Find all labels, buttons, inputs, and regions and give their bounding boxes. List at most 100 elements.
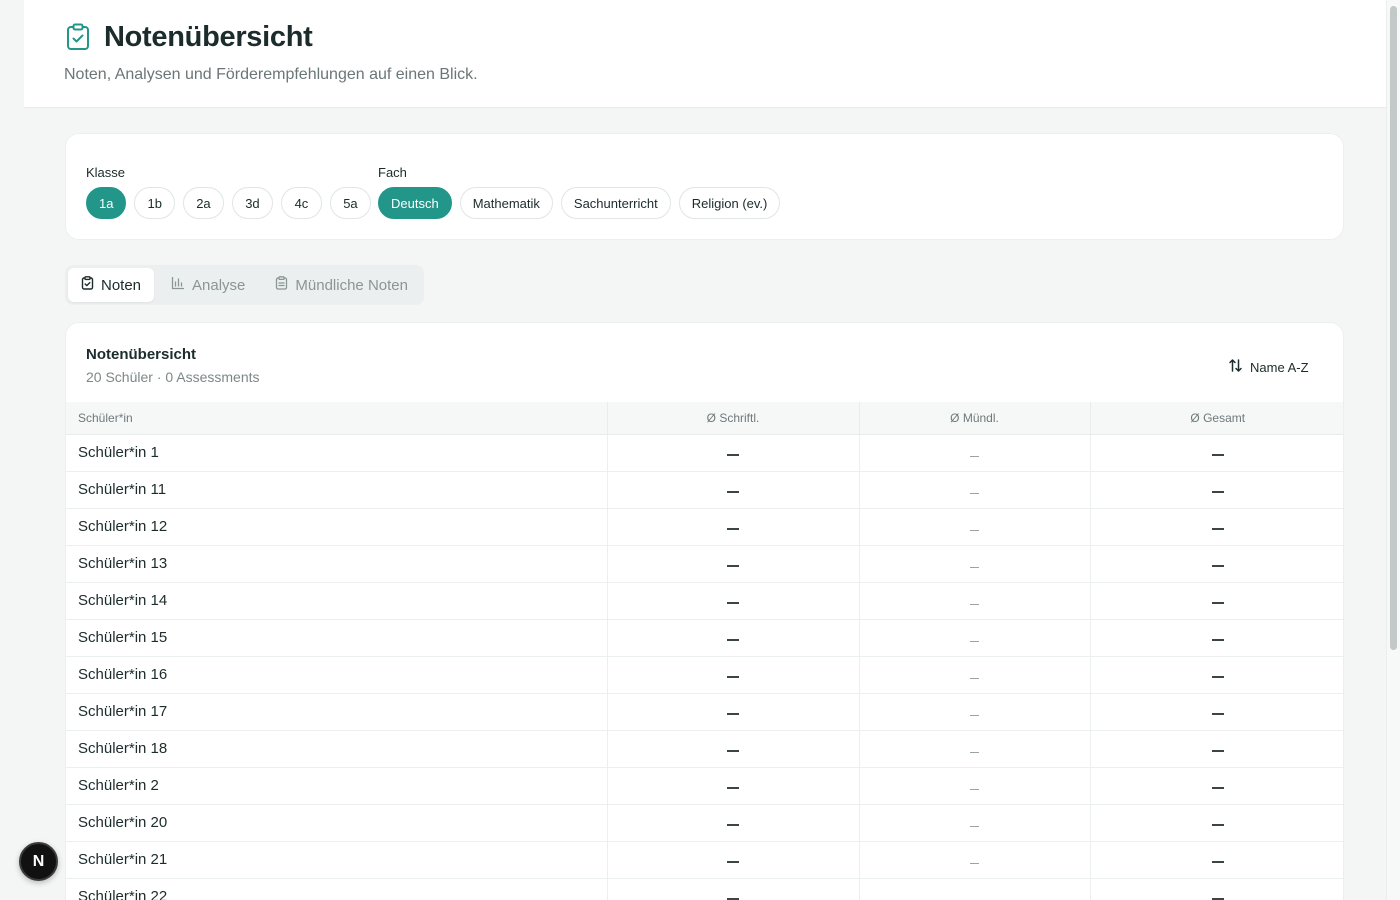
avg-oral-cell: [859, 545, 1091, 583]
empty-value-dash: [970, 677, 979, 679]
avg-written-cell: [607, 804, 860, 842]
student-name-cell: Schüler*in 1: [66, 434, 608, 472]
student-name-cell: Schüler*in 22: [66, 878, 608, 900]
empty-value-dash: [970, 825, 979, 827]
empty-value-dash: [727, 898, 739, 900]
table-row[interactable]: Schüler*in 17: [66, 693, 1343, 731]
avg-written-cell: [607, 878, 860, 900]
table-row[interactable]: Schüler*in 2: [66, 767, 1343, 805]
avg-total-cell: [1090, 804, 1343, 842]
empty-value-dash: [970, 714, 979, 716]
avg-oral-cell: [859, 582, 1091, 620]
avg-written-cell: [607, 767, 860, 805]
empty-value-dash: [970, 640, 979, 642]
scrollbar-thumb[interactable]: [1390, 6, 1397, 650]
student-name-cell: Schüler*in 21: [66, 841, 608, 879]
avg-written-cell: [607, 508, 860, 546]
avg-written-cell: [607, 471, 860, 509]
empty-value-dash: [727, 639, 739, 641]
column-header-muendl[interactable]: Ø Mündl.: [859, 402, 1091, 435]
avg-total-cell: [1090, 878, 1343, 900]
tab-noten[interactable]: Noten: [68, 268, 155, 302]
empty-value-dash: [727, 454, 739, 456]
table-row[interactable]: Schüler*in 11: [66, 471, 1343, 509]
klasse-chip-0[interactable]: 1a: [86, 187, 127, 219]
empty-value-dash: [727, 861, 739, 863]
table-row[interactable]: Schüler*in 1: [66, 434, 1343, 472]
title-row: Notenübersicht: [64, 20, 313, 54]
empty-value-dash: [1211, 639, 1224, 641]
avg-oral-cell: [859, 693, 1091, 731]
tab-analyse[interactable]: Analyse: [158, 268, 258, 302]
empty-value-dash: [1211, 676, 1224, 678]
sort-button[interactable]: Name A-Z: [1218, 353, 1319, 381]
klasse-chip-1[interactable]: 1b: [134, 187, 175, 219]
tab-muendliche-noten[interactable]: Mündliche Noten: [262, 268, 421, 302]
avg-written-cell: [607, 841, 860, 879]
empty-value-dash: [727, 565, 739, 567]
table-row[interactable]: Schüler*in 21: [66, 841, 1343, 879]
avg-written-cell: [607, 619, 860, 657]
empty-value-dash: [727, 787, 739, 789]
table-row[interactable]: Schüler*in 14: [66, 582, 1343, 620]
empty-value-dash: [727, 602, 739, 604]
column-header-schueler[interactable]: Schüler*in: [66, 402, 608, 435]
page-subtitle: Noten, Analysen und Förderempfehlungen a…: [64, 66, 478, 83]
table-row[interactable]: Schüler*in 22: [66, 878, 1343, 900]
avg-total-cell: [1090, 656, 1343, 694]
table-row[interactable]: Schüler*in 20: [66, 804, 1343, 842]
fach-chip-1[interactable]: Mathematik: [459, 187, 553, 219]
page-scrollbar[interactable]: [1386, 0, 1400, 900]
avg-total-cell: [1090, 767, 1343, 805]
avg-oral-cell: [859, 656, 1091, 694]
table-row[interactable]: Schüler*in 16: [66, 656, 1343, 694]
fach-chip-0[interactable]: Deutsch: [378, 187, 452, 219]
avg-total-cell: [1090, 434, 1343, 472]
table-row[interactable]: Schüler*in 12: [66, 508, 1343, 546]
empty-value-dash: [1211, 713, 1224, 715]
klasse-label: Klasse: [86, 165, 126, 180]
bar-chart-icon: [171, 276, 185, 294]
column-header-gesamt[interactable]: Ø Gesamt: [1090, 402, 1343, 435]
avg-oral-cell: [859, 730, 1091, 768]
filter-card: Klasse 1a 1b 2a 3d 4c 5a Fach Deutsch Mathemat…: [65, 133, 1344, 240]
avg-total-cell: [1090, 693, 1343, 731]
fach-chips: Deutsch Mathematik Sachunterricht Religion …: [378, 187, 781, 219]
student-name-cell: Schüler*in 16: [66, 656, 608, 694]
avg-oral-cell: [859, 804, 1091, 842]
sort-label: Name A-Z: [1250, 359, 1309, 375]
table-row[interactable]: Schüler*in 15: [66, 619, 1343, 657]
empty-value-dash: [1211, 787, 1224, 789]
empty-value-dash: [1211, 491, 1224, 493]
klasse-chip-3[interactable]: 3d: [231, 187, 273, 219]
fach-label: Fach: [378, 165, 407, 180]
student-name-cell: Schüler*in 15: [66, 619, 608, 657]
avg-written-cell: [607, 545, 860, 583]
tab-muendliche-noten-label: Mündliche Noten: [295, 276, 408, 294]
clipboard-check-icon: [64, 20, 92, 54]
table-row[interactable]: Schüler*in 13: [66, 545, 1343, 583]
klasse-chip-5[interactable]: 5a: [329, 187, 371, 219]
klasse-chip-4[interactable]: 4c: [280, 187, 322, 219]
empty-value-dash: [970, 603, 979, 605]
empty-value-dash: [970, 751, 979, 753]
table-row[interactable]: Schüler*in 18: [66, 730, 1343, 768]
empty-value-dash: [1211, 565, 1224, 567]
avg-total-cell: [1090, 730, 1343, 768]
fach-chip-3[interactable]: Religion (ev.): [678, 187, 781, 219]
avg-oral-cell: [859, 767, 1091, 805]
student-name-cell: Schüler*in 11: [66, 471, 608, 509]
empty-value-dash: [1211, 454, 1224, 456]
table-card-subtitle: 20 Schüler · 0 Assessments: [86, 369, 260, 385]
klasse-chips: 1a 1b 2a 3d 4c 5a: [86, 187, 371, 219]
sort-arrows-icon: [1228, 358, 1243, 376]
empty-value-dash: [727, 676, 739, 678]
empty-value-dash: [970, 566, 979, 568]
tab-noten-label: Noten: [101, 276, 142, 294]
klasse-chip-2[interactable]: 2a: [182, 187, 224, 219]
empty-value-dash: [970, 862, 979, 864]
column-header-schriftl[interactable]: Ø Schriftl.: [607, 402, 860, 435]
dev-tools-badge[interactable]: N: [19, 842, 58, 881]
avg-oral-cell: [859, 508, 1091, 546]
fach-chip-2[interactable]: Sachunterricht: [560, 187, 671, 219]
